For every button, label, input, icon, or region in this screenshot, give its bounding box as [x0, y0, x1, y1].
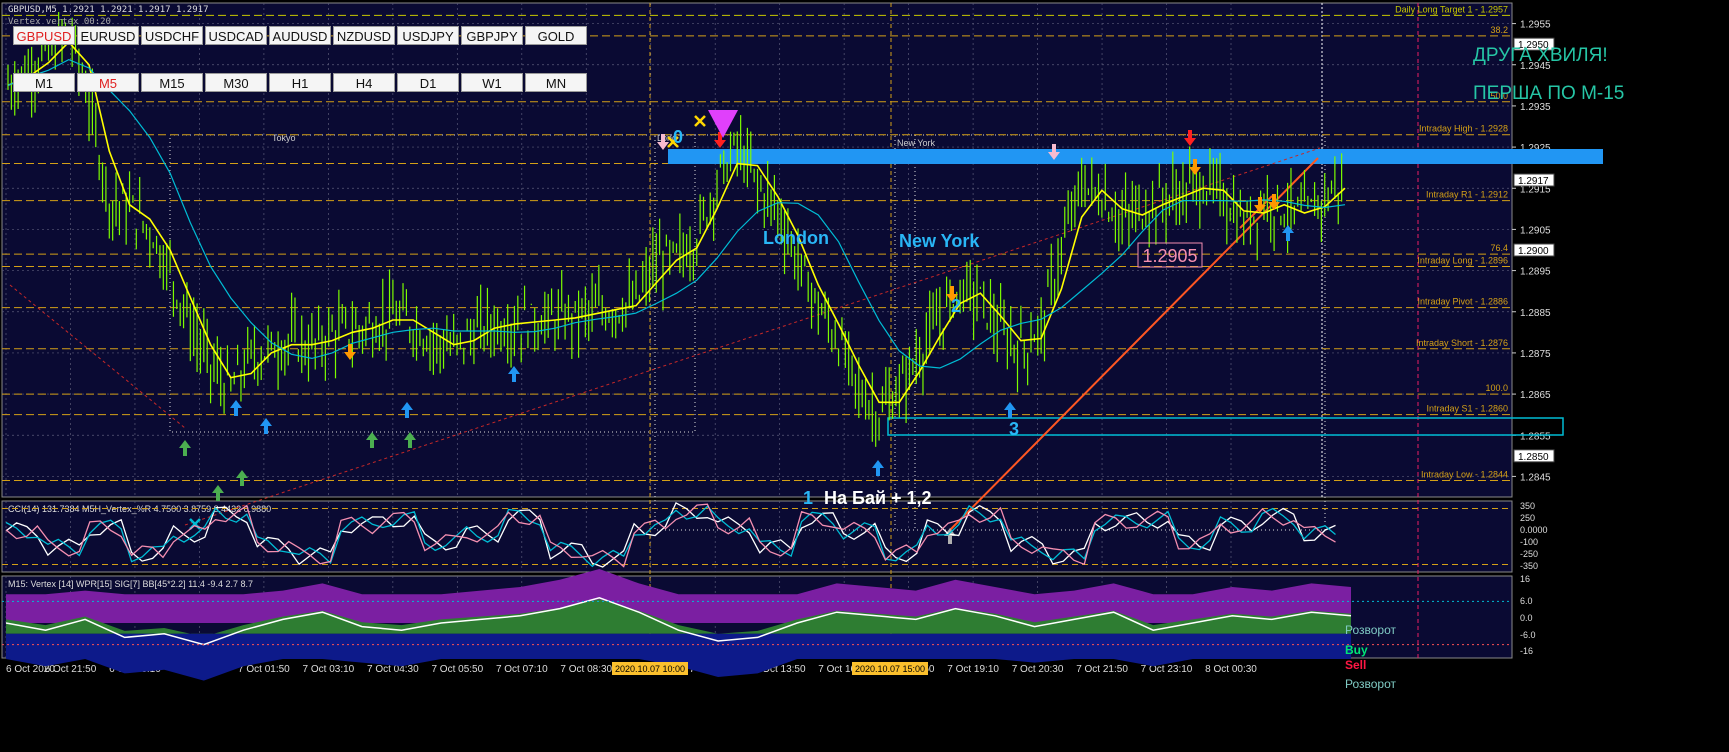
- price-chart: 6 Oct 20206 Oct 21:506 Oct 23:107 Oct 00…: [0, 0, 1729, 747]
- x-tick-label: 7 Oct 07:10: [496, 664, 548, 675]
- level-label: Intraday Short - 1.2876: [1416, 338, 1508, 348]
- cci-tick-label: 250: [1520, 513, 1535, 523]
- timeframe-button-d1[interactable]: D1: [397, 73, 459, 92]
- wave-annotation-1: ДРУГА ХВИЛЯ!: [1473, 45, 1608, 66]
- timeframe-button-w1[interactable]: W1: [461, 73, 523, 92]
- vertex-tick-label: 6.0: [1520, 596, 1533, 606]
- vertex-tick-label: 16: [1520, 574, 1530, 584]
- y-tick-label: 1.2905: [1520, 225, 1551, 236]
- vertex-tick-label: -6.0: [1520, 630, 1536, 640]
- x-highlight-label: 2020.10.07 15:00: [855, 664, 925, 674]
- y-tick-label: 1.2855: [1520, 431, 1551, 442]
- buy-note-label: На Бай + 1,2: [824, 488, 932, 508]
- cci-tick-label: 0.0000: [1520, 525, 1548, 535]
- vertex-header: M15: Vertex [14] WPR[15] SIG[7] BB[45*2.…: [8, 579, 253, 589]
- level-label: Daily Long Target 1 - 1.2957: [1395, 4, 1508, 14]
- price-box-label: 1.2905: [1142, 246, 1197, 266]
- timeframe-button-h4[interactable]: H4: [333, 73, 395, 92]
- wave-annotation-2: ПЕРША ПО М-15: [1473, 83, 1624, 104]
- chart-title: GBPUSD,M5 1.2921 1.2921 1.2917 1.2917: [8, 5, 209, 15]
- y-tick-label: 1.2895: [1520, 267, 1551, 278]
- level-label: Intraday Long - 1.2896: [1417, 255, 1508, 265]
- y-tick-label: 1.2845: [1520, 472, 1551, 483]
- timeframe-button-mn[interactable]: MN: [525, 73, 587, 92]
- vertex-tick-label: 0.0: [1520, 613, 1533, 623]
- x-tick-label: 8 Oct 00:30: [1205, 664, 1257, 675]
- cci-tick-label: 350: [1520, 501, 1535, 511]
- x-tick-label: 6 Oct 21:50: [45, 664, 97, 675]
- symbol-button-audusd[interactable]: AUDUSD: [269, 26, 331, 45]
- y-tick-label: 1.2955: [1520, 20, 1551, 31]
- cci-tick-label: -100: [1520, 537, 1538, 547]
- level-label: 100.0: [1485, 383, 1508, 393]
- y-tick-label: 1.2885: [1520, 308, 1551, 319]
- wave-label-3: 3: [1009, 419, 1019, 439]
- london-label: London: [763, 228, 829, 248]
- y-tick-label: 1.2875: [1520, 349, 1551, 360]
- x-tick-label: 7 Oct 19:10: [947, 664, 999, 675]
- vertex-legend-label: Sell: [1345, 658, 1366, 672]
- symbol-button-usdjpy[interactable]: USDJPY: [397, 26, 459, 45]
- wave-label-1: 1: [803, 488, 813, 508]
- price-tag-label: 1.2900: [1518, 246, 1549, 257]
- timeframe-button-m15[interactable]: M15: [141, 73, 203, 92]
- x-highlight-label: 2020.10.07 10:00: [615, 664, 685, 674]
- wave-label-0: 0: [673, 127, 683, 147]
- y-tick-label: 1.2865: [1520, 390, 1551, 401]
- x-tick-label: 7 Oct 08:30: [560, 664, 612, 675]
- vertex-legend-label: Buy: [1345, 643, 1368, 657]
- symbol-button-gold[interactable]: GOLD: [525, 26, 587, 45]
- timeframe-button-m1[interactable]: M1: [13, 73, 75, 92]
- x-tick-label: 7 Oct 23:10: [1141, 664, 1193, 675]
- symbol-button-usdcad[interactable]: USDCAD: [205, 26, 267, 45]
- price-tag-label: 1.2917: [1518, 176, 1549, 187]
- timeframe-button-m5[interactable]: M5: [77, 73, 139, 92]
- symbol-button-usdchf[interactable]: USDCHF: [141, 26, 203, 45]
- x-tick-label: 7 Oct 21:50: [1076, 664, 1128, 675]
- symbol-button-gbpjpy[interactable]: GBPJPY: [461, 26, 523, 45]
- x-tick-label: 7 Oct 20:30: [1012, 664, 1064, 675]
- timeframe-button-m30[interactable]: M30: [205, 73, 267, 92]
- session-label-newyork: New York: [897, 138, 936, 148]
- wave-label-2: 2: [951, 296, 961, 316]
- vertex-legend-label: Розворот: [1345, 677, 1397, 691]
- level-label: Intraday High - 1.2928: [1419, 124, 1508, 134]
- x-tick-label: 7 Oct 03:10: [303, 664, 355, 675]
- chart-window: 6 Oct 20206 Oct 21:506 Oct 23:107 Oct 00…: [0, 0, 1729, 747]
- level-label: Intraday Pivot - 1.2886: [1417, 297, 1508, 307]
- x-tick-label: 7 Oct 05:50: [431, 664, 483, 675]
- x-tick-label: 7 Oct 04:30: [367, 664, 419, 675]
- symbol-button-nzdusd[interactable]: NZDUSD: [333, 26, 395, 45]
- level-label: 76.4: [1490, 243, 1508, 253]
- vertex-legend-label: Розворот: [1345, 623, 1397, 637]
- symbol-button-eurusd[interactable]: EURUSD: [77, 26, 139, 45]
- level-label: Intraday S1 - 1.2860: [1426, 404, 1508, 414]
- new-york-label: New York: [899, 231, 980, 251]
- level-label: Intraday Low - 1.2844: [1421, 470, 1508, 480]
- level-label: 38.2: [1490, 25, 1508, 35]
- cci-tick-label: -350: [1520, 561, 1538, 571]
- cci-tick-label: -250: [1520, 549, 1538, 559]
- vertex-tick-label: -16: [1520, 646, 1533, 656]
- level-label: Intraday R1 - 1.2912: [1426, 190, 1508, 200]
- resistance-zone: [668, 149, 1603, 164]
- price-tag-label: 1.2850: [1518, 452, 1549, 463]
- symbol-button-gbpusd[interactable]: GBPUSD: [13, 26, 75, 45]
- timeframe-button-h1[interactable]: H1: [269, 73, 331, 92]
